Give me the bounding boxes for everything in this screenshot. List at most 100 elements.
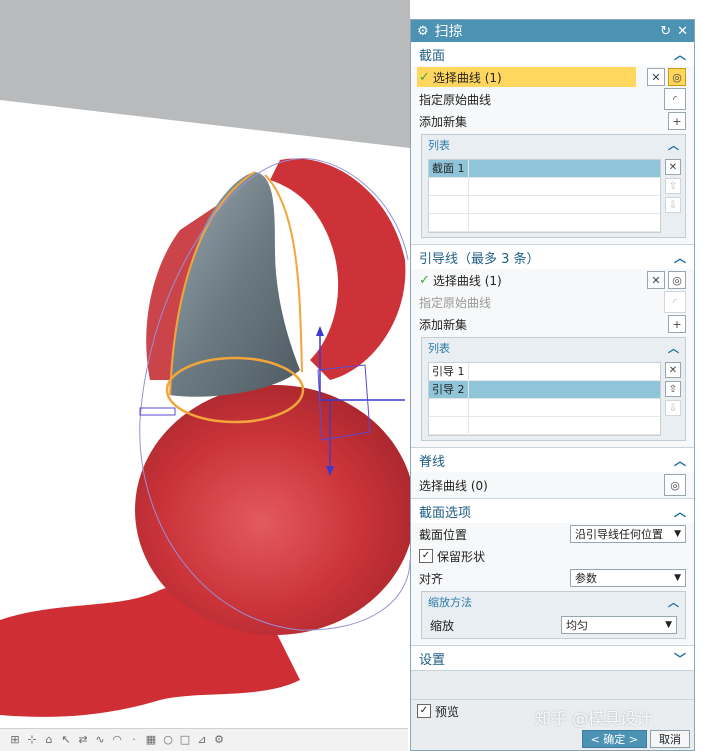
remove-item-icon[interactable]: ✕	[665, 159, 681, 175]
chevron-up-icon[interactable]: ︿	[668, 137, 679, 153]
section-options-group: 截面选项 ︿ 截面位置 沿引导线任何位置 ▼ ✓ 保留形状 对齐 参数 ▼ 缩放…	[411, 499, 694, 646]
spine-group: 脊线 ︿ 选择曲线 (0) ◎	[411, 448, 694, 499]
spine-group-title: 脊线	[419, 454, 446, 470]
grid-icon[interactable]: ▦	[144, 733, 158, 747]
scale-select[interactable]: 均匀 ▼	[561, 616, 677, 634]
reset-icon[interactable]: ↻	[660, 24, 671, 39]
guide-list-table: 引导 1 引导 2	[428, 362, 661, 436]
settings-group-title: 设置	[419, 652, 446, 668]
scaling-method-header[interactable]: 缩放方法 ︿	[422, 592, 685, 612]
scale-label: 缩放	[430, 618, 455, 633]
scale-value: 均匀	[566, 619, 588, 632]
preview-checkbox[interactable]: ✓	[417, 704, 431, 718]
check-icon: ✓	[419, 69, 430, 85]
move-down-icon[interactable]: ⇩	[665, 197, 681, 213]
spine-select-curve-row[interactable]: 选择曲线 (0) ◎	[411, 472, 694, 498]
circle-icon[interactable]: ○	[161, 733, 175, 747]
guide-group-title: 引导线（最多 3 条）	[419, 251, 540, 267]
check-icon: ✓	[419, 272, 430, 288]
mirror-icon[interactable]: ⇄	[76, 733, 90, 747]
curve-icon[interactable]: ∿	[93, 733, 107, 747]
section-specify-origin-label: 指定原始曲线	[419, 92, 492, 107]
section-position-value: 沿引导线任何位置	[575, 528, 663, 541]
section-add-new-set-label: 添加新集	[419, 114, 468, 129]
section-position-label: 截面位置	[419, 527, 468, 542]
spine-select-curve-label: 选择曲线 (0)	[419, 478, 488, 493]
guide-list-header[interactable]: 列表 ︿	[422, 338, 685, 358]
swept-surface[interactable]	[170, 172, 300, 397]
ok-button[interactable]: < 确定 >	[581, 730, 647, 748]
guide-curve-rule-icon[interactable]: ◎	[668, 271, 686, 289]
snap-point-icon[interactable]: ⊹	[25, 733, 39, 747]
preview-label: 预览	[435, 704, 460, 719]
sweep-dialog: ⚙ 扫掠 ↻ ✕ 截面 ︿ ✓ 选择曲线 (1) ✕ ◎ 指定原始曲线 ◜ 添加…	[410, 19, 695, 751]
section-group: 截面 ︿ ✓ 选择曲线 (1) ✕ ◎ 指定原始曲线 ◜ 添加新集 + 列表 ︿	[411, 42, 694, 245]
section-position-select[interactable]: 沿引导线任何位置 ▼	[570, 525, 686, 543]
align-label: 对齐	[419, 571, 444, 586]
chevron-down-icon[interactable]: ﹀	[674, 650, 686, 667]
guide-select-curve-row[interactable]: ✓ 选择曲线 (1) ✕ ◎	[411, 269, 694, 291]
list-item-label: 截面 1	[429, 160, 469, 177]
chevron-up-icon[interactable]: ︿	[674, 503, 686, 520]
list-item[interactable]: 引导 2	[429, 381, 660, 399]
add-set-icon[interactable]: +	[668, 112, 686, 130]
list-item-label: 引导 1	[429, 363, 469, 380]
cancel-button[interactable]: 取消	[650, 730, 690, 748]
scaling-method-title: 缩放方法	[428, 596, 472, 609]
watermark: 知乎 @模具设计	[535, 709, 653, 728]
scale-row: 缩放 均匀 ▼	[422, 612, 685, 638]
keep-shape-row[interactable]: ✓ 保留形状	[411, 545, 694, 567]
origin-curve-icon: ◜	[664, 291, 686, 313]
chevron-up-icon[interactable]: ︿	[674, 46, 686, 63]
section-select-curve-row[interactable]: ✓ 选择曲线 (1) ✕ ◎	[411, 66, 694, 88]
section-options-header[interactable]: 截面选项 ︿	[411, 499, 694, 523]
chevron-up-icon[interactable]: ︿	[668, 340, 679, 356]
list-item[interactable]: 引导 1	[429, 363, 660, 381]
arc-icon[interactable]: ◠	[110, 733, 124, 747]
section-group-header[interactable]: 截面 ︿	[411, 42, 694, 66]
guide-select-curve-label: 选择曲线 (1)	[432, 273, 502, 288]
viewport-background	[0, 0, 410, 148]
section-add-new-set-row[interactable]: 添加新集 +	[411, 110, 694, 132]
chevron-up-icon[interactable]: ︿	[674, 452, 686, 469]
guide-group-header[interactable]: 引导线（最多 3 条） ︿	[411, 245, 694, 269]
add-set-icon[interactable]: +	[668, 315, 686, 333]
close-icon[interactable]: ✕	[677, 24, 688, 39]
align-select[interactable]: 参数 ▼	[570, 569, 686, 587]
guide-specify-origin-label: 指定原始曲线	[419, 295, 492, 310]
scaling-method-panel: 缩放方法 ︿ 缩放 均匀 ▼	[421, 591, 686, 639]
square-icon[interactable]: □	[178, 733, 192, 747]
bottom-toolbar: ⊞ ⊹ ⌂ ↖ ⇄ ∿ ◠ · ▦ ○ □ ⊿ ⚙	[0, 728, 408, 751]
remove-item-icon[interactable]: ✕	[665, 362, 681, 378]
settings-group-header[interactable]: 设置 ﹀	[411, 646, 694, 670]
guide-list: 列表 ︿ 引导 1 引导 2 ✕ ⇧ ⇩	[421, 337, 686, 441]
cursor-icon[interactable]: ↖	[59, 733, 73, 747]
point-icon[interactable]: ·	[127, 733, 141, 747]
list-item[interactable]: 截面 1	[429, 160, 660, 178]
spine-group-header[interactable]: 脊线 ︿	[411, 448, 694, 472]
section-specify-origin-row[interactable]: 指定原始曲线 ◜	[411, 88, 694, 110]
section-curve-rule-icon[interactable]: ◎	[668, 68, 686, 86]
chevron-up-icon[interactable]: ︿	[674, 249, 686, 266]
settings-icon[interactable]: ⚙	[212, 733, 226, 747]
guide-specify-origin-row: 指定原始曲线 ◜	[411, 291, 694, 313]
move-down-icon[interactable]: ⇩	[665, 400, 681, 416]
lock-icon[interactable]: ⌂	[42, 733, 56, 747]
keep-shape-checkbox[interactable]: ✓	[419, 549, 433, 563]
guide-delete-icon[interactable]: ✕	[647, 271, 665, 289]
origin-curve-icon[interactable]: ◜	[664, 88, 686, 110]
chevron-down-icon: ▼	[674, 573, 681, 583]
spine-curve-rule-icon[interactable]: ◎	[664, 474, 686, 496]
section-group-title: 截面	[419, 48, 446, 64]
guide-list-title: 列表	[428, 342, 450, 355]
chevron-up-icon[interactable]: ︿	[668, 594, 679, 610]
guide-group: 引导线（最多 3 条） ︿ ✓ 选择曲线 (1) ✕ ◎ 指定原始曲线 ◜ 添加…	[411, 245, 694, 448]
section-delete-icon[interactable]: ✕	[647, 68, 665, 86]
guide-add-new-set-row[interactable]: 添加新集 +	[411, 313, 694, 335]
move-up-icon[interactable]: ⇧	[665, 381, 681, 397]
section-list: 列表 ︿ 截面 1 ✕ ⇧ ⇩	[421, 134, 686, 238]
move-up-icon[interactable]: ⇧	[665, 178, 681, 194]
section-list-header[interactable]: 列表 ︿	[422, 135, 685, 155]
tangent-icon[interactable]: ⊿	[195, 733, 209, 747]
select-filter-icon[interactable]: ⊞	[8, 733, 22, 747]
